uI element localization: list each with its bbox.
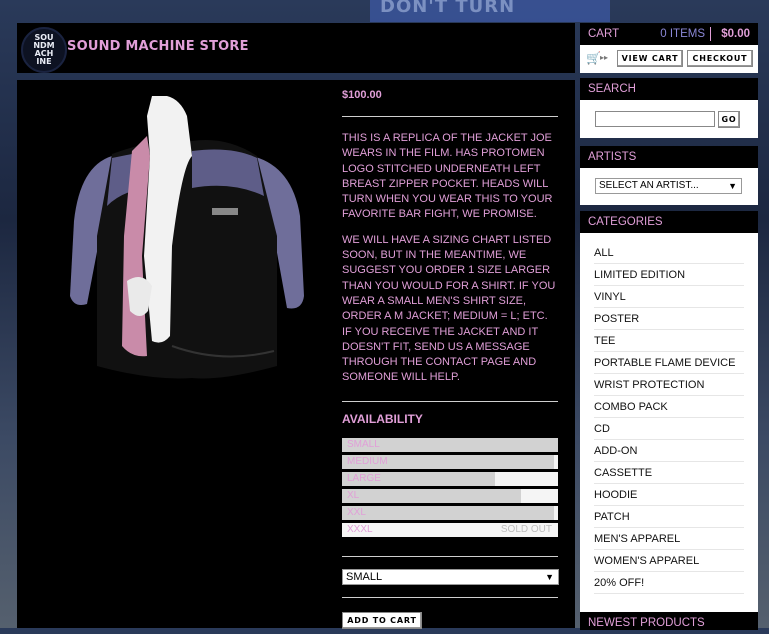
category-item[interactable]: VINYL (594, 286, 744, 308)
availability-size-label: XXL (347, 506, 366, 518)
size-select-value: SMALL (346, 570, 383, 583)
chevron-down-icon: ▼ (728, 181, 737, 191)
divider (342, 555, 558, 557)
category-item[interactable]: COMBO PACK (594, 396, 744, 418)
categories-header: CATEGORIES (580, 211, 758, 233)
category-item[interactable]: POSTER (594, 308, 744, 330)
availability-size-label: SMALL (347, 438, 380, 450)
availability-bar-empty (553, 505, 558, 520)
artists-body: SELECT AN ARTIST... ▼ (580, 168, 758, 205)
category-item[interactable]: TEE (594, 330, 744, 352)
newest-title: NEWEST PRODUCTS (588, 617, 705, 629)
arrows-icon: ▸▸ (600, 53, 609, 62)
product-panel: $100.00 THIS IS A REPLICA OF THE JACKET … (17, 80, 575, 629)
search-go-button[interactable]: GO (718, 111, 740, 128)
cart-total: $0.00 (721, 28, 750, 40)
product-details: $100.00 THIS IS A REPLICA OF THE JACKET … (342, 80, 559, 629)
availability-bar-empty (521, 488, 558, 503)
artists-header: ARTISTS (580, 146, 758, 168)
availability-list: SMALL MEDIUM LARGE XL XXL XXXL SOLD OUT (342, 437, 558, 537)
background-sign: DON'T TURN (370, 0, 610, 22)
category-list: ALL LIMITED EDITION VINYL POSTER TEE PORTABLE… (580, 242, 758, 594)
product-description-2: WE WILL HAVE A SIZING CHART LISTED SOON,… (342, 233, 556, 384)
availability-row: MEDIUM (342, 454, 558, 469)
categories-body: ALL LIMITED EDITION VINYL POSTER TEE PORTABLE… (580, 233, 758, 616)
category-item[interactable]: CASSETTE (594, 462, 744, 484)
category-item[interactable]: WRIST PROTECTION (594, 374, 744, 396)
separator (710, 27, 711, 41)
category-item[interactable]: ALL (594, 242, 744, 264)
artist-select-value: SELECT AN ARTIST... (599, 180, 699, 191)
availability-size-label: LARGE (347, 472, 381, 484)
cart-title: CART (588, 28, 620, 40)
view-cart-button[interactable]: VIEW CART (617, 50, 683, 67)
category-item[interactable]: HOODIE (594, 484, 744, 506)
availability-row: SMALL (342, 437, 558, 452)
availability-bar-empty (553, 454, 558, 469)
availability-row: LARGE (342, 471, 558, 486)
product-image (70, 96, 304, 379)
size-select[interactable]: SMALL ▼ (342, 568, 559, 585)
checkout-button[interactable]: CHECKOUT (687, 50, 753, 67)
search-input[interactable] (595, 111, 715, 127)
availability-row: XL (342, 488, 558, 503)
cart-icon: 🛒 (586, 51, 601, 65)
cart-items[interactable]: 0 ITEMS (660, 23, 705, 45)
site-header: SOU NDM ACH INE SOUND MACHINE STORE (17, 23, 575, 73)
search-body: GO (580, 100, 758, 138)
cart-body: 🛒 ▸▸ VIEW CART CHECKOUT (580, 45, 758, 73)
availability-bar (342, 488, 522, 503)
product-price: $100.00 (342, 89, 382, 101)
category-item[interactable]: CD (594, 418, 744, 440)
search-header: SEARCH (580, 78, 758, 100)
artist-select[interactable]: SELECT AN ARTIST... ▼ (595, 178, 742, 194)
divider (342, 116, 558, 117)
availability-bar-empty (495, 471, 558, 486)
artists-title: ARTISTS (588, 151, 637, 163)
chevron-down-icon: ▼ (545, 571, 554, 582)
category-item[interactable]: WOMEN'S APPAREL (594, 550, 744, 572)
availability-size-label: MEDIUM (347, 455, 388, 467)
search-title: SEARCH (588, 83, 636, 95)
divider (342, 400, 558, 402)
add-to-cart-button[interactable]: ADD TO CART (342, 611, 422, 629)
category-item[interactable]: MEN'S APPAREL (594, 528, 744, 550)
category-item[interactable]: LIMITED EDITION (594, 264, 744, 286)
availability-size-label: XXXL (347, 523, 373, 535)
sold-out-label: SOLD OUT (500, 523, 552, 535)
store-name[interactable]: SOUND MACHINE STORE (67, 39, 249, 54)
category-item[interactable]: ADD-ON (594, 440, 744, 462)
availability-title: AVAILABILITY (342, 411, 423, 426)
cart-header: CART 0 ITEMS $0.00 (580, 23, 758, 45)
store-logo[interactable]: SOU NDM ACH INE (21, 27, 67, 73)
category-item[interactable]: PATCH (594, 506, 744, 528)
availability-bar (342, 505, 554, 520)
newest-header: NEWEST PRODUCTS (580, 612, 758, 630)
availability-row: XXXL SOLD OUT (342, 522, 558, 537)
product-description-1: THIS IS A REPLICA OF THE JACKET JOE WEAR… (342, 132, 553, 221)
category-item[interactable]: PORTABLE FLAME DEVICE (594, 352, 744, 374)
availability-row: XXL (342, 505, 558, 520)
category-item[interactable]: 20% OFF! (594, 572, 744, 594)
categories-title: CATEGORIES (588, 216, 663, 228)
divider (342, 596, 558, 598)
availability-size-label: XL (347, 489, 360, 501)
